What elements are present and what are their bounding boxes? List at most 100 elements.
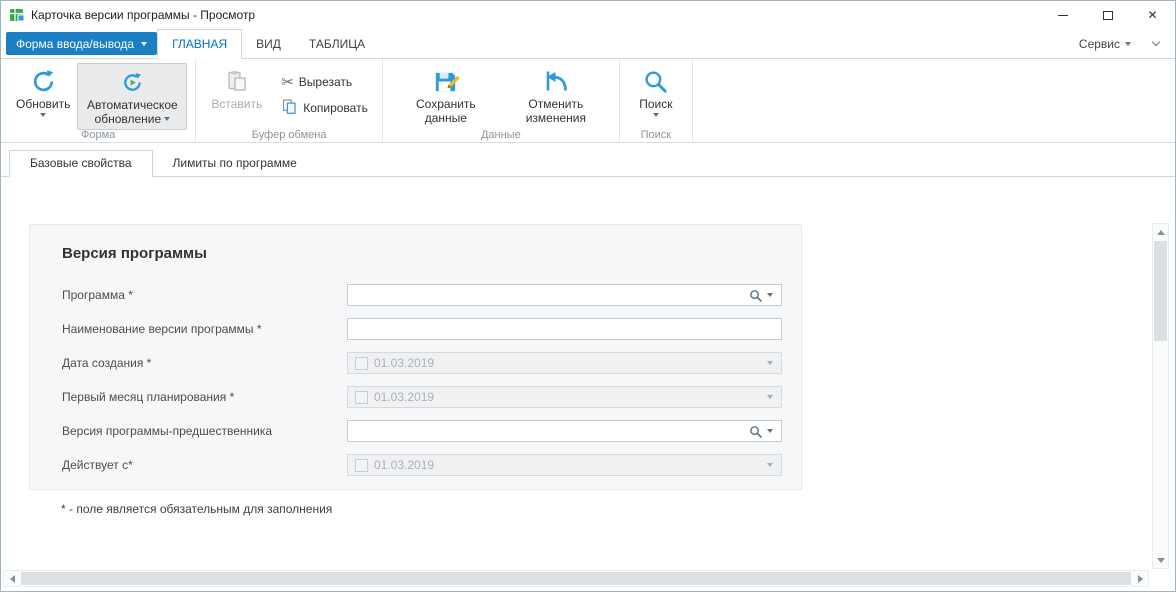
- chevron-down-icon: [767, 361, 773, 365]
- scroll-right-button[interactable]: [1132, 571, 1148, 586]
- field-label: Наименование версии программы *: [62, 322, 262, 336]
- minimize-button[interactable]: [1040, 1, 1085, 29]
- service-menu[interactable]: Сервис: [1079, 37, 1147, 51]
- undo-changes-button[interactable]: Отменить изменения: [501, 63, 611, 128]
- ribbon-collapse-button[interactable]: [1147, 35, 1165, 53]
- refresh-button[interactable]: Обновить: [9, 63, 77, 119]
- refresh-label: Обновить: [16, 97, 71, 111]
- save-icon: [432, 67, 460, 95]
- auto-refresh-button[interactable]: Автоматическое обновление: [77, 63, 188, 130]
- chevron-down-icon: [767, 429, 773, 433]
- app-menu-button[interactable]: Форма ввода/вывода: [6, 32, 158, 55]
- chevron-down-icon: [767, 395, 773, 399]
- ribbon-tab-tablitsa[interactable]: ТАБЛИЦА: [295, 29, 379, 58]
- paste-label: Вставить: [211, 97, 263, 111]
- scroll-down-button[interactable]: [1153, 552, 1168, 568]
- titlebar: Карточка версии программы - Просмотр ✕: [1, 1, 1175, 29]
- maximize-icon: [1102, 10, 1113, 20]
- horizontal-scroll-thumb[interactable]: [21, 572, 1131, 585]
- form-row: Программа *: [62, 278, 801, 312]
- naimenovanie-versii-input[interactable]: [347, 318, 782, 340]
- search-button[interactable]: Поиск: [628, 63, 684, 119]
- auto-refresh-icon: [121, 68, 144, 96]
- search-icon[interactable]: [749, 425, 762, 438]
- app-icon: [9, 7, 25, 23]
- dropdown-button: [762, 353, 778, 373]
- cut-button[interactable]: ✂ Вырезать: [277, 71, 372, 93]
- copy-button[interactable]: Копировать: [277, 97, 372, 119]
- arrow-right-icon: [1137, 574, 1143, 583]
- required-fields-footnote: * - поле является обязательным для запол…: [61, 502, 333, 516]
- tab-bazovye-svoystva[interactable]: Базовые свойства: [9, 150, 153, 177]
- form-row: Версия программы-предшественника: [62, 414, 801, 448]
- form-panel: Версия программы Программа * Наименовани…: [29, 224, 802, 490]
- dropdown-button[interactable]: [762, 285, 778, 305]
- paste-icon: [225, 67, 249, 95]
- chevron-down-icon: [141, 41, 148, 46]
- cut-label: Вырезать: [298, 75, 353, 89]
- window-controls: ✕: [1040, 1, 1175, 29]
- ribbon-tab-vid[interactable]: ВИД: [242, 29, 295, 58]
- data-sozdaniya-field: 01.03.2019: [347, 352, 782, 374]
- search-label: Поиск: [639, 97, 673, 111]
- undo-changes-label: Отменить изменения: [525, 97, 586, 126]
- checkbox: [355, 356, 368, 370]
- service-label: Сервис: [1078, 36, 1120, 51]
- checkbox: [355, 458, 368, 472]
- window-title: Карточка версии программы - Просмотр: [31, 8, 256, 22]
- group-label-clipboard: Буфер обмена: [251, 129, 327, 141]
- ribbon: Обновить Автоматическое обновление Форма: [1, 58, 1175, 143]
- close-icon: ✕: [1147, 8, 1158, 22]
- group-label-forma: Форма: [81, 129, 116, 141]
- minimize-icon: [1057, 14, 1068, 16]
- chevron-down-icon: [40, 113, 47, 118]
- scroll-left-button[interactable]: [4, 571, 20, 586]
- copy-label: Копировать: [303, 101, 368, 115]
- form-row: Действует с* 01.03.2019: [62, 448, 801, 482]
- document-tabs: Базовые свойства Лимиты по программе: [1, 150, 1175, 177]
- arrow-up-icon: [1156, 229, 1165, 235]
- vertical-scroll-thumb[interactable]: [1154, 241, 1167, 341]
- pervyi-mesyats-field: 01.03.2019: [347, 386, 782, 408]
- programma-lookup-field[interactable]: [347, 284, 782, 306]
- refresh-icon: [31, 67, 56, 95]
- dropdown-button: [762, 455, 778, 475]
- scroll-up-button[interactable]: [1153, 224, 1168, 240]
- versiya-predshestvennika-lookup-field[interactable]: [347, 420, 782, 442]
- form-title: Версия программы: [62, 245, 207, 262]
- date-value: 01.03.2019: [374, 458, 435, 472]
- undo-icon: [543, 67, 569, 95]
- search-icon[interactable]: [749, 289, 762, 302]
- deystvuet-s-field: 01.03.2019: [347, 454, 782, 476]
- group-label-search: Поиск: [640, 129, 672, 141]
- field-label: Первый месяц планирования *: [62, 390, 235, 404]
- horizontal-scrollbar[interactable]: [3, 570, 1149, 587]
- tab-limity-po-programme[interactable]: Лимиты по программе: [153, 151, 317, 176]
- dropdown-button: [762, 387, 778, 407]
- chevron-down-icon: [652, 113, 659, 118]
- ribbon-tab-glavnaya[interactable]: ГЛАВНАЯ: [157, 29, 243, 59]
- close-button[interactable]: ✕: [1130, 1, 1175, 29]
- maximize-button[interactable]: [1085, 1, 1130, 29]
- chevron-down-icon: [767, 293, 773, 297]
- ribbon-group-data: Сохранить данные Отменить изменения Данн…: [383, 59, 620, 142]
- field-label: Программа *: [62, 288, 133, 302]
- vertical-scrollbar[interactable]: [1152, 223, 1169, 569]
- save-data-button[interactable]: Сохранить данные: [391, 63, 501, 128]
- paste-button: Вставить: [204, 63, 269, 113]
- checkbox: [355, 390, 368, 404]
- ribbon-tab-row: Форма ввода/вывода ГЛАВНАЯ ВИД ТАБЛИЦА С…: [1, 29, 1175, 59]
- ribbon-group-forma: Обновить Автоматическое обновление Форма: [1, 59, 197, 142]
- dropdown-button[interactable]: [762, 421, 778, 441]
- field-label: Версия программы-предшественника: [62, 424, 273, 438]
- chevron-down-icon: [164, 117, 171, 122]
- group-label-data: Данные: [480, 129, 521, 141]
- field-label: Дата создания *: [62, 356, 152, 370]
- date-value: 01.03.2019: [374, 356, 435, 370]
- search-icon: [643, 67, 668, 95]
- arrow-down-icon: [1156, 557, 1165, 563]
- clipboard-small-buttons: ✂ Вырезать Копировать: [277, 71, 372, 119]
- ribbon-group-clipboard: Вставить ✂ Вырезать Копировать Буфер обм…: [196, 59, 383, 142]
- ribbon-group-search: Поиск Поиск: [620, 59, 693, 142]
- content-area: Версия программы Программа * Наименовани…: [1, 177, 1175, 570]
